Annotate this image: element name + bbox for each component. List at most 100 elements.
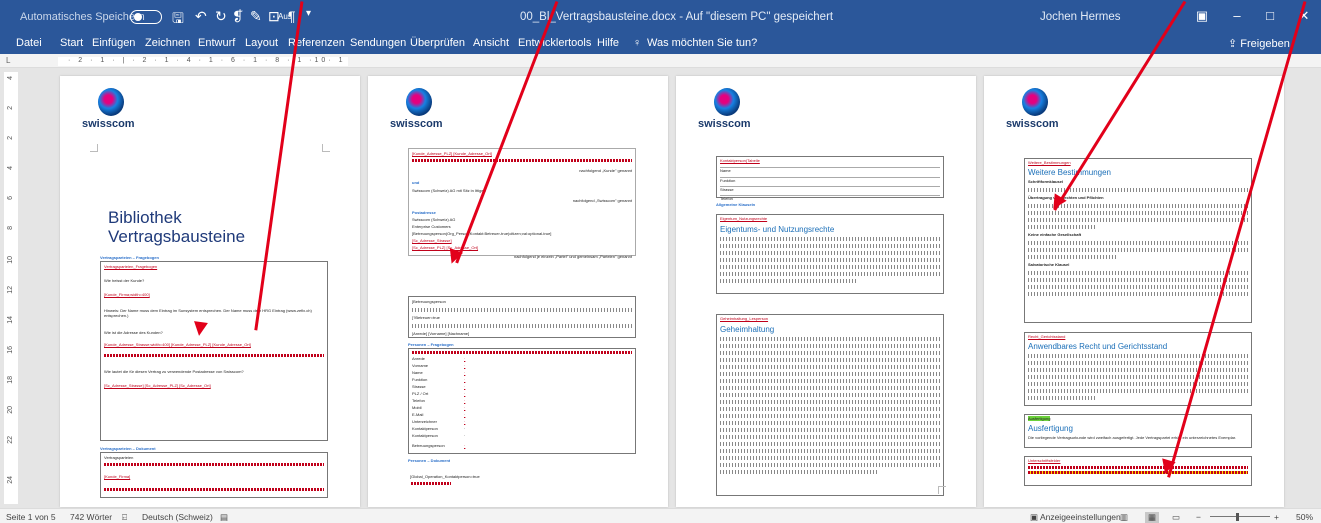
subheading: Schriftformklausel (1028, 179, 1064, 184)
table-cell[interactable]: · (464, 426, 632, 432)
tab-ansicht[interactable]: Ansicht (473, 37, 509, 49)
table-cell[interactable]: · (464, 419, 632, 425)
address-line[interactable]: [Sc_Adresse_Strasse] (412, 238, 632, 244)
field-tag: [Global_Operation_Kontaktperson=true (410, 474, 480, 479)
answer-field[interactable]: [Sc_Adresse_Strasse] [Sc_Adresse_PLZ] [S… (104, 383, 324, 389)
personen-table[interactable]: Anrede · Vorname · Name · Funktion · Strasse… (408, 348, 636, 454)
swisscom-lifeform-icon (98, 88, 124, 116)
document-page-2[interactable]: swisscom [Kunde_Adresse_PLZ] [Kunde_Adre… (368, 76, 668, 507)
table-cell[interactable]: · (464, 384, 632, 390)
ruler-mark: 12 (7, 286, 14, 294)
table-cell[interactable]: · (464, 370, 632, 376)
answer-field[interactable]: [Kunde_Firma] (104, 474, 324, 480)
share-button[interactable]: ⇪ Freigeben (1228, 37, 1290, 50)
question-text: Wie ist die Adresse des Kunden? (104, 330, 163, 335)
table-cell[interactable]: · (464, 356, 632, 361)
redo-icon[interactable]: ↻ (215, 8, 227, 25)
undo-icon[interactable]: ↶ (195, 8, 207, 25)
field-tag: Weitere_Bestimmungen (1028, 160, 1071, 165)
tab-layout[interactable]: Layout (245, 37, 278, 49)
tab-ueberpruefen[interactable]: Überprüfen (410, 37, 465, 49)
content-control-dokument[interactable]: Vertragsparteien [Kunde_Firma] (100, 452, 328, 498)
table-cell[interactable]: · (464, 363, 632, 369)
tab-sendungen[interactable]: Sendungen (350, 37, 406, 49)
tab-entwurf[interactable]: Entwurf (198, 37, 235, 49)
answer-field[interactable]: [Kunde_Adresse_PLZ] [Kunde_Adresse_Ort] (412, 151, 632, 157)
document-page-1[interactable]: swisscom Bibliothek Vertragsbausteine Ver… (60, 76, 360, 507)
document-page-3[interactable]: swisscom Kontaktperson(Tabelle Name Funk… (676, 76, 976, 507)
table-row: Kontaktperson · (412, 433, 632, 439)
spelling-icon[interactable]: ❡ (232, 8, 244, 25)
content-control-eigentum[interactable]: Eigentum_Nutzungsrechte Eigentums- und N… (716, 214, 944, 294)
display-settings-button[interactable]: ▣ Anzeigeeinstellungen (1030, 512, 1121, 523)
field-line (104, 463, 324, 466)
word-count[interactable]: 742 Wörter (70, 512, 112, 522)
answer-field[interactable]: [Kunde_Adresse_Strasse;width=400] [Kunde… (104, 342, 324, 348)
pilcrow-icon[interactable]: ¶ (288, 8, 296, 24)
user-name[interactable]: Jochen Hermes (1040, 11, 1121, 23)
proofing-icon[interactable]: ⍇ (122, 512, 127, 523)
content-control-geheimhaltung[interactable]: Geheimhaltung_Lesperson Geheimhaltung (716, 314, 944, 496)
question-text: Wie lautet die für diesen Vertrag zu ver… (104, 369, 244, 374)
tab-hilfe[interactable]: Hilfe (597, 37, 619, 49)
address-line[interactable]: [Sc_Adresse_PLZ] [Sc_Adresse_Ort] (412, 245, 632, 251)
body-text (1028, 211, 1248, 215)
customize-toolbar-icon[interactable]: ▾ (306, 8, 311, 19)
field-line (1028, 471, 1248, 474)
answer-field[interactable]: [Kunde_Firma;width=400] (104, 292, 324, 298)
content-control-fragebogen[interactable]: Vertragsparteien_Fragebogen Wie heisst d… (100, 261, 328, 441)
horizontal-ruler[interactable]: · 2 · 1 · | · 2 · 1 · 4 · 1 · 6 · 1 · 8 … (58, 57, 348, 66)
minimize-button[interactable]: – (1225, 8, 1249, 23)
tab-selector[interactable]: L (6, 56, 10, 65)
maximize-button[interactable]: □ (1258, 8, 1282, 23)
language-indicator[interactable]: Deutsch (Schweiz) (142, 512, 213, 522)
zoom-in-button[interactable]: + (1274, 512, 1279, 522)
table-cell[interactable]: · (464, 433, 632, 439)
tab-zeichnen[interactable]: Zeichnen (145, 37, 190, 49)
zoom-out-button[interactable]: − (1196, 512, 1201, 522)
table-cell[interactable]: · (464, 391, 632, 397)
zoom-slider-thumb[interactable] (1236, 513, 1239, 521)
insert-icon[interactable]: ⊡ (268, 8, 280, 25)
table-row: Mobil · (412, 405, 632, 411)
body-text (1028, 278, 1248, 282)
content-control-betreuung[interactable]: [Betreuungsperson [?Betreuer=true [Anred… (408, 296, 636, 338)
print-layout-icon[interactable]: ▦ (1145, 512, 1160, 523)
document-page-4[interactable]: swisscom Weitere_Bestimmungen Weitere Be… (984, 76, 1284, 507)
body-text (1028, 361, 1248, 365)
tab-start[interactable]: Start (60, 37, 83, 49)
save-icon[interactable]: 🖫 (172, 8, 184, 32)
vertical-ruler[interactable]: 4 2 2 4 6 8 10 12 14 16 18 20 22 24 (4, 72, 18, 504)
table-cell[interactable]: · (464, 412, 632, 418)
zoom-level[interactable]: 50% (1296, 512, 1313, 522)
zoom-slider[interactable] (1210, 516, 1270, 517)
field-tag: Kontaktperson(Tabelle (720, 158, 760, 163)
tab-entwicklertools[interactable]: Entwicklertools (518, 37, 591, 49)
table-cell[interactable]: · (464, 405, 632, 411)
tab-einfuegen[interactable]: Einfügen (92, 37, 135, 49)
content-control-recht[interactable]: Recht_Gerichtsstand Anwendbares Recht un… (1024, 332, 1252, 406)
subheading: Keine einfache Gesellschaft (1028, 232, 1082, 237)
table-cell: Unterzeichner (412, 419, 437, 424)
kontaktperson-table[interactable]: Kontaktperson(Tabelle Name Funktion Stra… (716, 156, 944, 201)
ribbon-display-icon[interactable]: ▣ (1190, 8, 1214, 24)
content-control-parteien[interactable]: [Kunde_Adresse_PLZ] [Kunde_Adresse_Ort] … (408, 148, 636, 259)
format-painter-icon[interactable]: ✎ (250, 8, 262, 25)
read-mode-icon[interactable]: ▥ (1120, 512, 1128, 523)
arrow-head (192, 321, 208, 337)
macro-icon[interactable]: ▤ (220, 512, 228, 523)
table-cell[interactable]: · (464, 377, 632, 383)
table-cell[interactable]: · (464, 443, 632, 449)
body-text (1028, 368, 1248, 372)
autosave-toggle[interactable]: Aus (130, 10, 292, 24)
ruler-mark: 2 (7, 136, 14, 140)
tab-datei[interactable]: Datei (16, 37, 42, 49)
address-line: Swisscom (Schweiz) AG (412, 217, 456, 222)
web-layout-icon[interactable]: ▭ (1172, 512, 1180, 523)
table-cell[interactable]: · (464, 398, 632, 404)
content-control-unterschrift[interactable]: Unterschriftsfelder (1024, 456, 1252, 486)
content-control-ausfertigung[interactable]: Ausfertigung Ausfertigung Die vorliegend… (1024, 414, 1252, 448)
page-indicator[interactable]: Seite 1 von 5 (6, 512, 56, 522)
title-line-1: Bibliothek (108, 208, 182, 227)
tell-me-input[interactable]: Was möchten Sie tun? (647, 37, 757, 49)
